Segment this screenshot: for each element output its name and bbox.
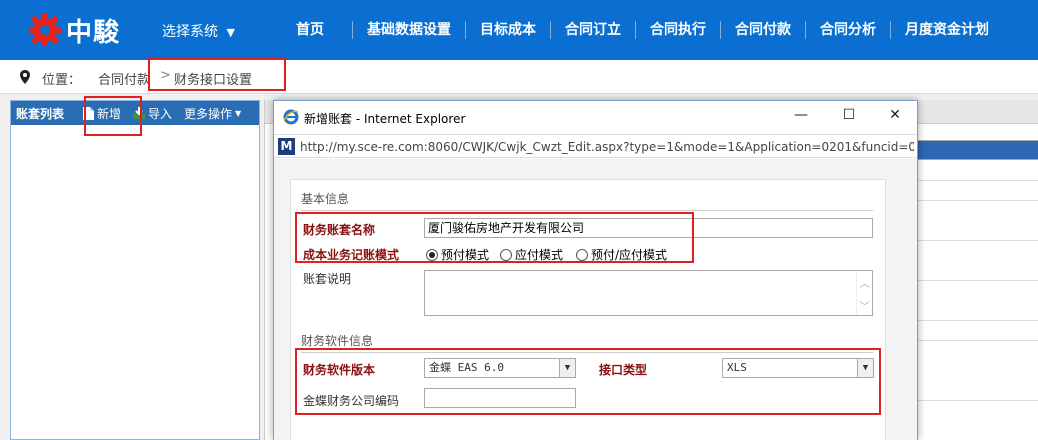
nav-item-basic-data[interactable]: 基础数据设置 <box>352 21 465 39</box>
selected-row[interactable] <box>915 140 1038 160</box>
internet-explorer-icon <box>283 109 299 125</box>
grid-row-line <box>915 340 1038 341</box>
system-selector[interactable]: 选择系统 ▼ <box>162 21 235 41</box>
dialog-title-bar: 新增账套 - Internet Explorer — ☐ ✕ <box>274 101 917 133</box>
site-favicon-icon: M <box>278 138 295 155</box>
textarea-scrollbar[interactable]: ︿ ﹀ <box>856 271 872 315</box>
account-list-title: 账套列表 <box>16 106 65 121</box>
caret-down-icon: ▼ <box>235 108 242 118</box>
highlight-box-breadcrumb <box>148 57 286 91</box>
grid-row-line <box>915 400 1038 401</box>
nav-item-contract-signing[interactable]: 合同订立 <box>550 21 635 39</box>
highlight-box-add-button <box>84 96 142 136</box>
grid-row-line <box>915 320 1038 321</box>
dialog-title: 新增账套 - Internet Explorer <box>304 112 466 126</box>
more-actions-label: 更多操作 <box>184 106 233 121</box>
top-nav-bar: 中駿 选择系统 ▼ 首页 基础数据设置 目标成本 合同订立 合同执行 合同付款 … <box>0 0 1038 60</box>
section-basic-info: 基本信息 <box>301 190 873 211</box>
nav-item-contract-analysis[interactable]: 合同分析 <box>805 21 890 39</box>
scroll-up-icon[interactable]: ︿ <box>857 275 872 290</box>
highlight-box-software-fields <box>295 348 881 415</box>
nav-item-target-cost[interactable]: 目标成本 <box>465 21 550 39</box>
nav-item-contract-execution[interactable]: 合同执行 <box>635 21 720 39</box>
nav-item-home[interactable]: 首页 <box>280 21 352 39</box>
maximize-icon[interactable]: ☐ <box>834 107 864 123</box>
import-button-label: 导入 <box>148 106 173 121</box>
breadcrumb-label: 位置： <box>42 73 82 88</box>
brand-name: 中駿 <box>66 17 121 48</box>
account-list-panel: 账套列表 新增 导入 更多操作 ▼ <box>10 100 260 440</box>
grid-row-line <box>915 240 1038 241</box>
nav-item-contract-payment[interactable]: 合同付款 <box>720 21 805 39</box>
grid-row-line <box>915 280 1038 281</box>
nav-item-monthly-fund-plan[interactable]: 月度资金计划 <box>890 21 1003 39</box>
chevron-down-icon: ▼ <box>226 26 235 39</box>
address-url[interactable]: http://my.sce-re.com:8060/CWJK/Cwjk_Cwzt… <box>300 140 914 154</box>
grid-row-line <box>915 180 1038 181</box>
scroll-down-icon[interactable]: ﹀ <box>857 298 872 313</box>
close-icon[interactable]: ✕ <box>880 107 910 123</box>
highlight-box-basic-fields <box>295 212 694 263</box>
location-pin-icon <box>20 70 30 84</box>
system-selector-label: 选择系统 <box>162 24 218 40</box>
address-bar[interactable]: M http://my.sce-re.com:8060/CWJK/Cwjk_Cw… <box>274 134 917 158</box>
breadcrumb-item-contract-payment[interactable]: 合同付款 <box>98 69 150 88</box>
account-description-textarea[interactable]: ︿ ﹀ <box>424 270 873 316</box>
grid-row-line <box>915 200 1038 201</box>
logo[interactable]: 中駿 <box>28 12 120 48</box>
minimize-icon[interactable]: — <box>786 107 816 123</box>
gear-logo-icon <box>29 14 61 46</box>
account-description-label: 账套说明 <box>303 272 352 286</box>
main-nav: 首页 基础数据设置 目标成本 合同订立 合同执行 合同付款 合同分析 月度资金计… <box>280 0 1003 60</box>
more-actions-button[interactable]: 更多操作 ▼ <box>184 105 241 122</box>
